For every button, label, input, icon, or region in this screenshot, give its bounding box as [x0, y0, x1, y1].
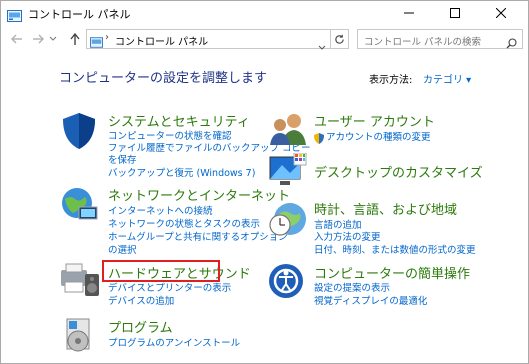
up-arrow-icon: [70, 33, 80, 45]
close-button[interactable]: [478, 1, 524, 25]
desktop-customization-icon[interactable]: [268, 152, 308, 193]
clock-globe-icon[interactable]: [268, 199, 310, 243]
link-backup-restore[interactable]: バックアップと復元 (Windows 7): [108, 165, 255, 179]
refresh-icon: [335, 34, 344, 44]
category-desktop-customization[interactable]: デスクトップのカスタマイズ: [314, 162, 483, 181]
page-title: コンピューターの設定を調整します: [59, 71, 268, 86]
search-placeholder: コントロール パネルの検索: [364, 37, 482, 48]
category-clock-language-region[interactable]: 時計、言語、および地域: [314, 199, 457, 218]
link-optimize-visual-display[interactable]: 視覚ディスプレイの最適化: [314, 293, 427, 307]
shield-icon[interactable]: [59, 111, 99, 155]
forward-arrow-icon: [33, 34, 44, 44]
link-view-devices-printers[interactable]: デバイスとプリンターの表示: [108, 280, 231, 294]
minimize-button[interactable]: [386, 1, 432, 25]
breadcrumb-separator: ›: [105, 32, 109, 43]
link-homegroup-options-cont[interactable]: の選択: [108, 242, 137, 256]
printer-speaker-icon[interactable]: [59, 262, 101, 302]
recent-locations-button[interactable]: [48, 31, 58, 47]
network-globe-icon[interactable]: [59, 185, 101, 229]
user-accounts-icon[interactable]: [268, 111, 308, 151]
category-network-internet[interactable]: ネットワークとインターネット: [108, 185, 290, 204]
link-change-account-type[interactable]: アカウントの種類の変更: [326, 129, 431, 143]
link-change-date-time-format[interactable]: 日付、時刻、または数値の形式の変更: [314, 242, 476, 256]
forward-button[interactable]: [30, 31, 46, 47]
category-programs[interactable]: プログラム: [108, 317, 173, 336]
ease-of-access-icon[interactable]: [268, 263, 304, 303]
window-title: コントロール パネル: [28, 8, 131, 21]
address-dropdown-icon[interactable]: [318, 36, 326, 55]
link-homegroup-options[interactable]: ホームグループと共有に関するオプション: [108, 229, 288, 243]
link-uninstall-program[interactable]: プログラムのアンインストール: [108, 335, 240, 349]
link-connect-internet[interactable]: インターネットへの接続: [108, 203, 213, 217]
control-panel-icon: [90, 33, 103, 52]
uac-shield-icon: [314, 129, 324, 148]
highlight-box: [102, 260, 220, 282]
view-by-label: 表示方法:: [369, 75, 413, 86]
control-panel-icon: [7, 7, 22, 26]
link-network-status[interactable]: ネットワークの状態とタスクの表示: [108, 216, 260, 230]
maximize-button[interactable]: [432, 1, 478, 25]
navigation-bar: › コントロール パネル コントロール パネルの検索: [1, 28, 528, 52]
refresh-button[interactable]: [331, 29, 349, 49]
control-panel-window: コントロール パネル › コントロール パネル コントロール パネルの検索 コン…: [0, 0, 529, 364]
link-file-history-backup-cont[interactable]: を保存: [108, 152, 137, 166]
link-change-input-method[interactable]: 入力方法の変更: [314, 229, 381, 243]
breadcrumb-control-panel[interactable]: コントロール パネル: [115, 33, 208, 48]
view-by-dropdown[interactable]: カテゴリ ▾: [423, 71, 471, 86]
category-user-accounts[interactable]: ユーザー アカウント: [314, 111, 435, 130]
search-box[interactable]: コントロール パネルの検索: [357, 29, 523, 49]
link-add-device[interactable]: デバイスの追加: [108, 293, 174, 307]
chevron-down-icon: [49, 36, 57, 41]
up-button[interactable]: [67, 31, 83, 47]
address-bar[interactable]: › コントロール パネル: [86, 29, 331, 52]
title-bar: コントロール パネル: [1, 1, 528, 25]
link-suggested-settings[interactable]: 設定の提案の表示: [314, 280, 390, 294]
search-icon[interactable]: [506, 34, 517, 53]
back-arrow-icon: [11, 34, 22, 44]
back-button[interactable]: [9, 31, 25, 47]
programs-icon[interactable]: [61, 315, 97, 359]
